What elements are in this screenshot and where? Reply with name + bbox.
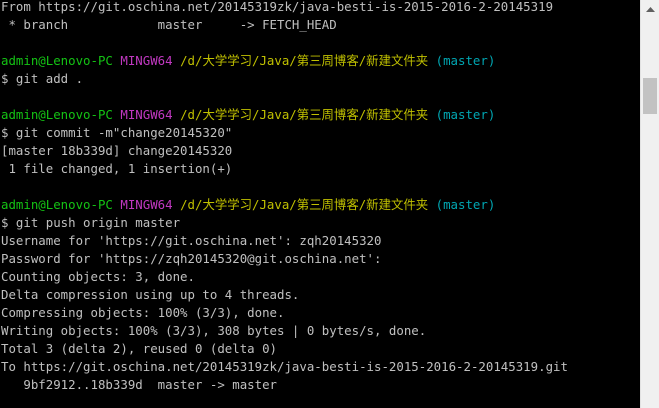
- terminal-line: 9bf2912..18b339d master -> master: [1, 376, 637, 394]
- prompt-branch: (master): [435, 107, 496, 122]
- output-text: 9bf2912..18b339d master -> master: [1, 377, 278, 392]
- terminal-line: [master 18b339d] change20145320: [1, 142, 637, 160]
- terminal-line: 1 file changed, 1 insertion(+): [1, 160, 637, 178]
- output-text: 1 file changed, 1 insertion(+): [1, 161, 233, 176]
- prompt-user-host: admin@Lenovo-PC: [1, 53, 113, 68]
- output-text: Compressing objects: 100% (3/3), done.: [1, 305, 285, 320]
- terminal-line: $ git push origin master: [1, 214, 637, 232]
- terminal-line: Username for 'https://git.oschina.net': …: [1, 232, 637, 250]
- terminal-window[interactable]: From https://git.oschina.net/20145319zk/…: [0, 0, 659, 408]
- terminal-line: Password for 'https://zqh20145320@git.os…: [1, 250, 637, 268]
- terminal-line: Counting objects: 3, done.: [1, 268, 637, 286]
- output-text: Writing objects: 100% (3/3), 308 bytes |…: [1, 323, 427, 338]
- terminal-line: Writing objects: 100% (3/3), 308 bytes |…: [1, 322, 637, 340]
- terminal-line: Compressing objects: 100% (3/3), done.: [1, 304, 637, 322]
- prompt-msystem: MINGW64: [120, 197, 173, 212]
- prompt-path: /d/大学学习/Java/第三周博客/新建文件夹: [180, 197, 429, 212]
- terminal-line: From https://git.oschina.net/20145319zk/…: [1, 0, 637, 16]
- terminal-line: * branch master -> FETCH_HEAD: [1, 16, 637, 34]
- terminal-line: $ git commit -m"change20145320": [1, 124, 637, 142]
- terminal-line: $ git add .: [1, 70, 637, 88]
- prompt-user-host: admin@Lenovo-PC: [1, 197, 113, 212]
- command-text: $ git push origin master: [1, 215, 181, 230]
- terminal-line: admin@Lenovo-PC MINGW64 /d/大学学习/Java/第三周…: [1, 196, 637, 214]
- prompt-branch: (master): [435, 197, 496, 212]
- output-text: [master 18b339d] change20145320: [1, 143, 233, 158]
- terminal-line: admin@Lenovo-PC MINGW64 /d/大学学习/Java/第三周…: [1, 52, 637, 70]
- terminal-line: To https://git.oschina.net/20145319zk/ja…: [1, 358, 637, 376]
- output-text: From https://git.oschina.net/20145319zk/…: [1, 0, 554, 14]
- output-text: * branch master -> FETCH_HEAD: [1, 17, 337, 32]
- output-text: Counting objects: 3, done.: [1, 269, 195, 284]
- output-text: Delta compression using up to 4 threads.: [1, 287, 300, 302]
- command-text: $ git commit -m"change20145320": [1, 125, 233, 140]
- command-text: $ git add .: [1, 71, 84, 86]
- prompt-path: /d/大学学习/Java/第三周博客/新建文件夹: [180, 107, 429, 122]
- prompt-msystem: MINGW64: [120, 53, 173, 68]
- vertical-scrollbar[interactable]: [640, 0, 659, 408]
- prompt-path: /d/大学学习/Java/第三周博客/新建文件夹: [180, 53, 429, 68]
- scrollbar-thumb[interactable]: [643, 77, 657, 114]
- terminal-line: Delta compression using up to 4 threads.: [1, 286, 637, 304]
- prompt-user-host: admin@Lenovo-PC: [1, 107, 113, 122]
- terminal-output: From https://git.oschina.net/20145319zk/…: [1, 0, 637, 394]
- triangle-up-icon: [645, 6, 655, 12]
- prompt-branch: (master): [435, 53, 496, 68]
- prompt-msystem: MINGW64: [120, 107, 173, 122]
- output-text: Total 3 (delta 2), reused 0 (delta 0): [1, 341, 278, 356]
- output-text: Password for 'https://zqh20145320@git.os…: [1, 251, 382, 266]
- terminal-line: admin@Lenovo-PC MINGW64 /d/大学学习/Java/第三周…: [1, 106, 637, 124]
- output-text: Username for 'https://git.oschina.net': …: [1, 233, 382, 248]
- terminal-line: Total 3 (delta 2), reused 0 (delta 0): [1, 340, 637, 358]
- output-text: To https://git.oschina.net/20145319zk/ja…: [1, 359, 568, 374]
- scroll-up-button[interactable]: [641, 0, 659, 17]
